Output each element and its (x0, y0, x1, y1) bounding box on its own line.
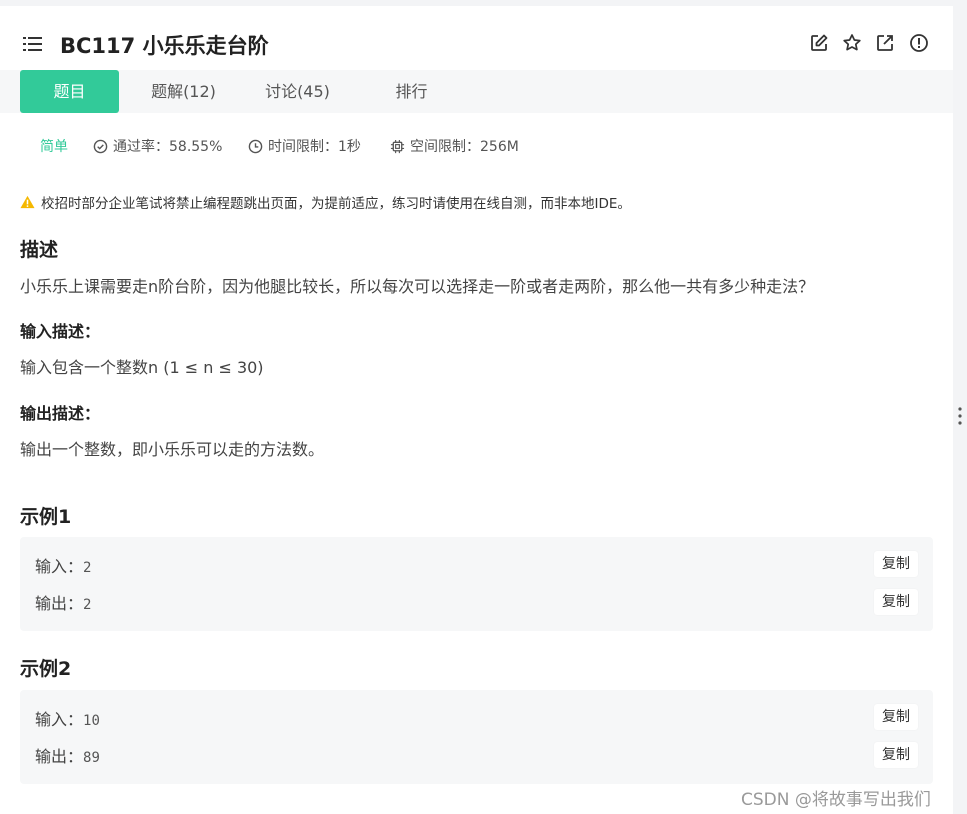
memory-limit-text: 空间限制：256M (410, 139, 519, 155)
problem-header: BC117 小乐乐走台阶 (0, 6, 953, 70)
difficulty-badge: 简单 (40, 139, 68, 155)
output-description-heading: 输出描述： (20, 404, 101, 423)
warning-notice: 校招时部分企业笔试将禁止编程题跳出页面，为提前适应，练习时请使用在线自测，而非本… (20, 192, 631, 212)
copy-output-button[interactable]: 复制 (874, 589, 918, 615)
warning-icon (20, 195, 35, 209)
output-value[interactable]: 89 (83, 750, 100, 766)
edit-icon[interactable] (809, 33, 829, 53)
input-value[interactable]: 10 (83, 713, 100, 729)
example-1-input: 输入：2 (35, 553, 91, 577)
list-icon[interactable] (23, 36, 43, 52)
output-description-text: 输出一个整数，即小乐乐可以走的方法数。 (20, 440, 325, 459)
copy-input-button[interactable]: 复制 (874, 551, 918, 577)
example-1-output: 输出：2 (35, 590, 91, 614)
chip-icon (390, 139, 405, 153)
input-label: 输入： (35, 710, 84, 729)
example-2-input: 输入：10 (35, 706, 100, 730)
example-1-box: 输入：2 复制 输出：2 复制 (20, 537, 933, 631)
tab-bar: 题目 题解(12) 讨论(45) 排行 (0, 70, 953, 113)
problem-title: BC117 小乐乐走台阶 (60, 34, 269, 58)
more-vertical-icon[interactable] (957, 405, 963, 427)
example-2-output: 输出：89 (35, 743, 100, 767)
output-label: 输出： (35, 747, 84, 766)
description-heading: 描述 (20, 239, 59, 261)
input-description-text: 输入包含一个整数n (1 ≤ n ≤ 30) (20, 358, 264, 377)
copy-output-button[interactable]: 复制 (874, 742, 918, 768)
time-limit: 时间限制：1秒 (248, 136, 361, 156)
output-value[interactable]: 2 (83, 597, 91, 613)
check-circle-icon (93, 139, 108, 153)
tab-problem[interactable]: 题目 (20, 70, 119, 113)
example-2-box: 输入：10 复制 输出：89 复制 (20, 690, 933, 784)
time-limit-text: 时间限制：1秒 (268, 139, 361, 155)
description-text: 小乐乐上课需要走n阶台阶，因为他腿比较长，所以每次可以选择走一阶或者走两阶，那么… (20, 277, 815, 296)
input-description-heading: 输入描述： (20, 322, 101, 341)
tab-solutions[interactable]: 题解(12) (134, 70, 233, 113)
memory-limit: 空间限制：256M (390, 136, 519, 156)
pass-rate: 通过率：58.55% (93, 136, 222, 156)
input-label: 输入： (35, 557, 84, 576)
copy-input-button[interactable]: 复制 (874, 704, 918, 730)
tab-discussion[interactable]: 讨论(45) (248, 70, 347, 113)
input-value[interactable]: 2 (83, 560, 91, 576)
info-icon[interactable] (909, 33, 929, 53)
star-icon[interactable] (842, 33, 862, 53)
watermark: CSDN @将故事写出我们 (741, 790, 931, 810)
clock-icon (248, 139, 263, 153)
external-link-icon[interactable] (875, 33, 895, 53)
output-label: 输出： (35, 594, 84, 613)
warning-text: 校招时部分企业笔试将禁止编程题跳出页面，为提前适应，练习时请使用在线自测，而非本… (41, 196, 631, 212)
pass-rate-text: 通过率：58.55% (113, 139, 223, 155)
tab-ranking[interactable]: 排行 (362, 70, 461, 113)
example-2-heading: 示例2 (20, 658, 72, 680)
problem-panel: BC117 小乐乐走台阶 题目 题解(12) 讨论(45) 排行 简单 通过率：… (0, 6, 953, 814)
example-1-heading: 示例1 (20, 506, 72, 528)
